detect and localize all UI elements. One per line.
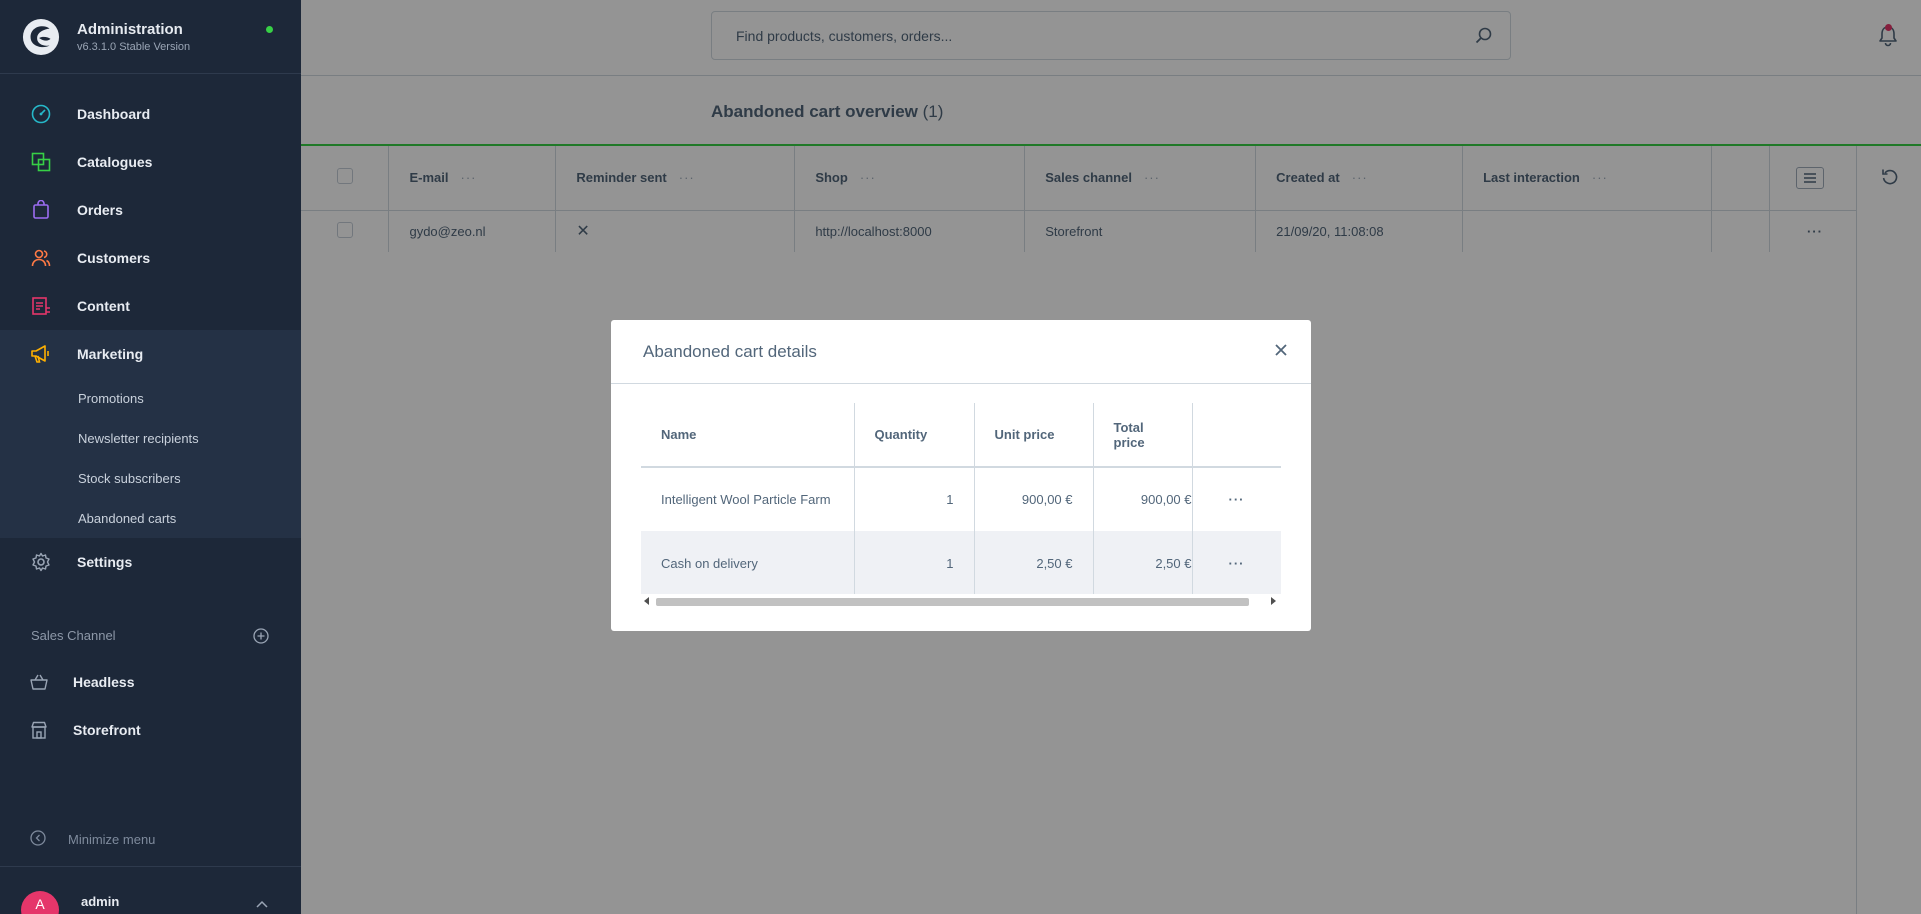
row-actions-button[interactable]: ··· <box>1192 531 1281 595</box>
cart-table-header-row: Name Quantity Unit price Total price <box>641 403 1281 468</box>
cart-items-table-container: Name Quantity Unit price Total price Int… <box>641 403 1281 608</box>
row-actions-button[interactable]: ··· <box>1192 467 1281 531</box>
column-header-actions <box>1192 403 1281 468</box>
modal-header: Abandoned cart details <box>611 320 1311 384</box>
column-header-unit-price: Unit price <box>974 403 1094 468</box>
cell-name: Cash on delivery <box>641 531 855 595</box>
cell-quantity: 1 <box>854 467 975 531</box>
cell-name: Intelligent Wool Particle Farm <box>641 467 855 531</box>
column-header-name: Name <box>641 403 855 468</box>
cell-total-price: 900,00 € <box>1093 467 1193 531</box>
scrollbar-thumb[interactable] <box>656 598 1249 606</box>
column-header-total-price: Total price <box>1093 403 1193 468</box>
close-icon[interactable] <box>1273 342 1289 358</box>
table-row[interactable]: Cash on delivery 1 2,50 € 2,50 € ··· <box>641 531 1281 595</box>
cell-quantity: 1 <box>854 531 975 595</box>
scroll-right-icon[interactable] <box>1270 597 1276 605</box>
cell-total-price: 2,50 € <box>1093 531 1193 595</box>
horizontal-scrollbar[interactable] <box>641 594 1281 608</box>
abandoned-cart-details-modal: Abandoned cart details Name Quantity Uni… <box>611 320 1311 631</box>
modal-title: Abandoned cart details <box>643 342 817 361</box>
column-header-quantity: Quantity <box>854 403 975 468</box>
table-row[interactable]: Intelligent Wool Particle Farm 1 900,00 … <box>641 467 1281 531</box>
scroll-left-icon[interactable] <box>644 597 650 605</box>
cart-items-table: Name Quantity Unit price Total price Int… <box>641 403 1281 595</box>
cell-unit-price: 2,50 € <box>974 531 1094 595</box>
cell-unit-price: 900,00 € <box>974 467 1094 531</box>
sidebar-overlay <box>0 0 301 914</box>
